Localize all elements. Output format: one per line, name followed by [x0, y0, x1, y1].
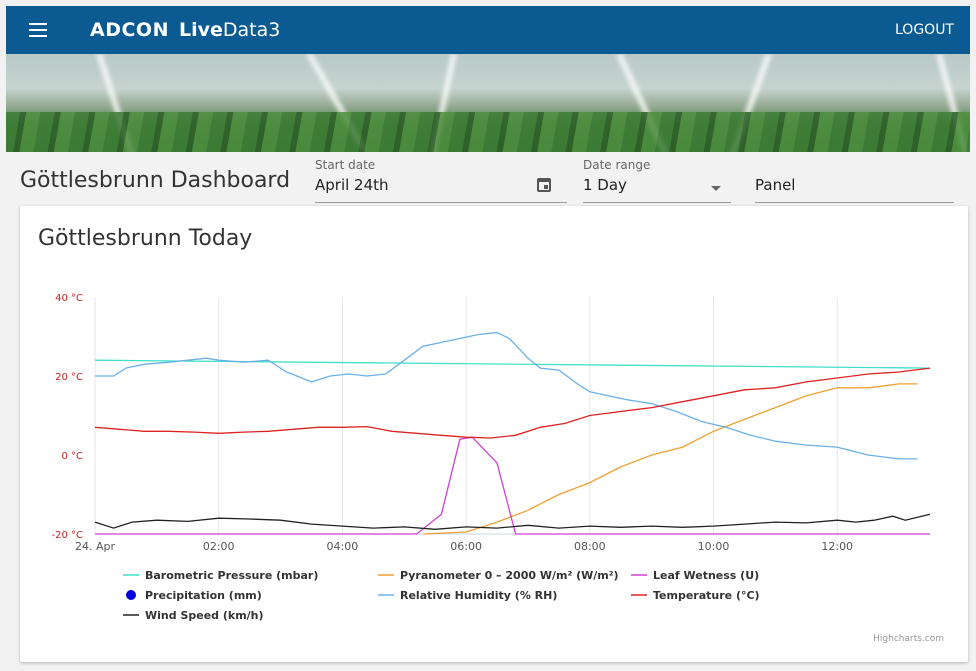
legend-item[interactable]: Pyranometer 0 – 2000 W/m² (W/m²) — [378, 569, 619, 582]
legend-label[interactable]: Relative Humidity (% RH) — [400, 589, 557, 602]
x-tick-label: 04:00 — [327, 540, 359, 553]
series-line[interactable] — [95, 436, 930, 535]
app-header: ADCON LiveData3 LOGOUT — [6, 6, 970, 54]
hamburger-menu-icon[interactable] — [6, 6, 70, 54]
product-name: LiveData3 — [178, 19, 281, 41]
date-range-label: Date range — [583, 158, 651, 172]
line-chart: 24. Apr 02:00 04:00 06:00 08:00 10:00 12:00 -20… — [52, 293, 945, 644]
panel-select[interactable]: Panel — [755, 158, 954, 203]
legend-label[interactable]: Barometric Pressure (mbar) — [145, 569, 318, 582]
x-tick-label: 02:00 — [203, 540, 235, 553]
panel-placeholder[interactable]: Panel — [755, 176, 954, 194]
start-date-value[interactable]: April 24th — [315, 176, 567, 194]
highcharts-credits[interactable]: Highcharts.com — [873, 634, 944, 644]
date-range-value[interactable]: 1 Day — [583, 176, 731, 194]
legend-item[interactable]: Barometric Pressure (mbar) — [123, 569, 318, 582]
x-tick-label: 08:00 — [574, 540, 606, 553]
y-tick-label: 40 °C — [55, 293, 83, 304]
date-range-select[interactable]: Date range 1 Day — [583, 158, 731, 203]
y-tick-label: 0 °C — [61, 451, 83, 462]
x-tick-label: 10:00 — [698, 540, 730, 553]
legend-symbol — [126, 590, 136, 600]
y-tick-label: 20 °C — [55, 372, 83, 383]
series-line[interactable] — [94, 367, 931, 439]
series-line[interactable] — [94, 359, 931, 369]
legend-label[interactable]: Precipitation (mm) — [145, 589, 262, 602]
legend-label[interactable]: Leaf Wetness (U) — [653, 569, 759, 582]
series-line[interactable] — [422, 383, 918, 535]
dashboard-title: Göttlesbrunn Dashboard — [20, 168, 291, 193]
start-date-label: Start date — [315, 158, 376, 172]
legend-label[interactable]: Temperature (°C) — [653, 589, 760, 602]
x-tick-label: 12:00 — [821, 540, 853, 553]
calendar-icon[interactable] — [537, 178, 551, 192]
x-tick-label: 24. Apr — [75, 540, 115, 553]
legend-item[interactable]: Relative Humidity (% RH) — [378, 589, 557, 602]
chart-card: Göttlesbrunn Today 24. Apr 02:00 04:00 06:0… — [20, 206, 968, 662]
y-tick-label: -20 °C — [52, 530, 84, 541]
legend-label[interactable]: Wind Speed (km/h) — [145, 609, 264, 622]
brand-logo: ADCON — [90, 19, 169, 41]
start-date-field[interactable]: Start date April 24th — [315, 158, 567, 203]
logout-button[interactable]: LOGOUT — [895, 22, 954, 38]
legend-item[interactable]: Wind Speed (km/h) — [123, 609, 264, 622]
header-banner-image — [6, 54, 970, 152]
legend-item[interactable]: Temperature (°C) — [631, 589, 760, 602]
x-tick-label: 06:00 — [450, 540, 482, 553]
dropdown-arrow-icon[interactable] — [711, 186, 721, 191]
legend-item[interactable]: Precipitation (mm) — [126, 589, 262, 602]
legend-label[interactable]: Pyranometer 0 – 2000 W/m² (W/m²) — [400, 569, 619, 582]
legend-item[interactable]: Leaf Wetness (U) — [631, 569, 759, 582]
